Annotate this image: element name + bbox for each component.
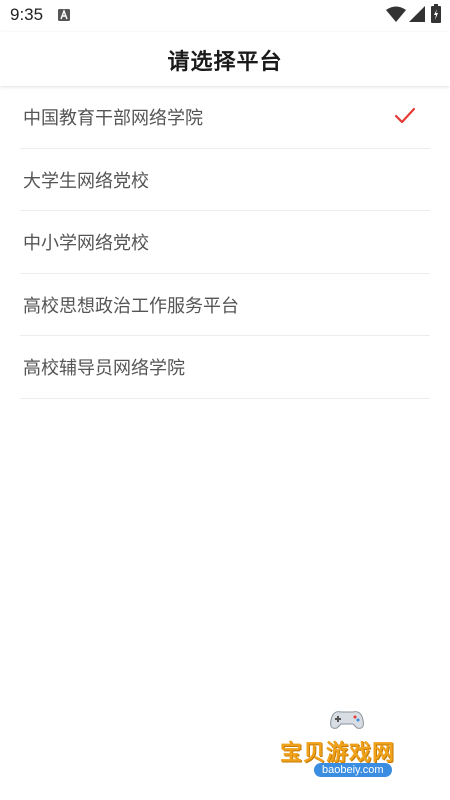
status-bar: 9:35	[0, 0, 450, 32]
platform-item-ideological-platform[interactable]: 高校思想政治工作服务平台	[20, 274, 430, 336]
watermark: 宝贝游戏网 baobeiy.com	[272, 700, 422, 800]
game-controller-icon	[330, 711, 364, 729]
watermark-url: baobeiy.com	[314, 763, 392, 777]
wifi-icon	[386, 6, 406, 22]
signal-icon	[409, 6, 425, 22]
platform-item-cadre-academy[interactable]: 中国教育干部网络学院	[20, 86, 430, 149]
platform-item-label: 中国教育干部网络学院	[23, 108, 203, 129]
platform-item-label: 高校思想政治工作服务平台	[23, 295, 239, 317]
platform-item-school-party-school[interactable]: 中小学网络党校	[20, 211, 430, 274]
page-title: 请选择平台	[167, 50, 283, 75]
platform-item-college-party-school[interactable]: 大学生网络党校	[20, 149, 430, 211]
platform-list: 中国教育干部网络学院 大学生网络党校 中小学网络党校 高校思想政治工作服务平台 …	[20, 86, 430, 399]
platform-item-counselor-academy[interactable]: 高校辅导员网络学院	[20, 336, 430, 399]
app-bar: 请选择平台	[0, 32, 450, 86]
battery-icon	[431, 4, 441, 23]
platform-item-label: 大学生网络党校	[23, 170, 149, 192]
a-notification-icon	[58, 9, 70, 21]
platform-item-label: 高校辅导员网络学院	[23, 358, 185, 379]
checkmark-icon	[394, 107, 416, 124]
status-time: 9:35	[10, 5, 44, 24]
platform-item-label: 中小学网络党校	[23, 233, 149, 254]
